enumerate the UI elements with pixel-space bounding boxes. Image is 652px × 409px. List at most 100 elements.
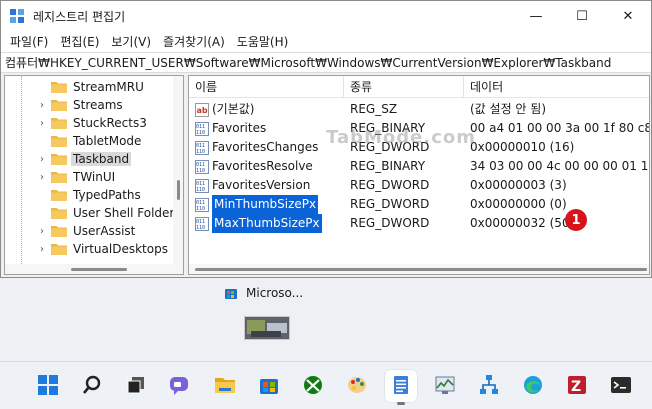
chevron-right-icon[interactable]: ›: [35, 100, 49, 111]
window-title: 레지스트리 편집기: [33, 9, 126, 24]
watermark: TabMode.com: [326, 127, 476, 148]
value-data: (값 설정 안 됨): [470, 102, 547, 116]
menu-edit[interactable]: 편집(E): [54, 33, 105, 50]
folder-icon: [51, 99, 67, 111]
chevron-right-icon[interactable]: ›: [35, 244, 49, 255]
value-type: REG_DWORD: [350, 178, 430, 192]
taskbar-button[interactable]: [32, 370, 64, 402]
taskbar-button[interactable]: [253, 370, 285, 402]
terminal-icon: [610, 374, 632, 399]
chevron-right-icon[interactable]: ›: [35, 172, 49, 183]
chevron-right-icon[interactable]: ›: [35, 118, 49, 129]
paint-icon: [346, 374, 368, 399]
column-type-header[interactable]: 종류: [344, 76, 464, 98]
value-row[interactable]: 011 110 FavoritesVersion REG_DWORD 0x0000000…: [189, 176, 649, 195]
binary-value-icon: 011 110: [195, 216, 209, 231]
tree-item[interactable]: › UserAssist: [35, 222, 137, 240]
value-row[interactable]: ab (기본값) REG_SZ (값 설정 안 됨): [189, 100, 649, 119]
string-value-icon: ab: [195, 102, 209, 117]
tree-horizontal-scrollbar[interactable]: [5, 264, 175, 274]
taskbar-button[interactable]: Z: [561, 370, 593, 402]
taskbar-button[interactable]: [163, 370, 195, 402]
menu-file[interactable]: 파일(F): [4, 33, 54, 50]
address-bar[interactable]: 컴퓨터₩HKEY_CURRENT_USER₩Software₩Microsoft…: [1, 52, 651, 73]
menu-favorites[interactable]: 즐겨찾기(A): [157, 33, 231, 50]
close-button[interactable]: ✕: [605, 1, 651, 31]
value-name: MinThumbSizePx: [212, 195, 319, 214]
svg-text:ab: ab: [197, 106, 208, 115]
start-icon: [37, 374, 59, 399]
tree-item-label: StreamMRU: [73, 80, 144, 94]
binary-value-icon: 011 110: [195, 159, 209, 174]
value-list-pane[interactable]: 이름 종류 데이터 ab (기본값) REG_SZ (값 설정 안 됨) 011 110 F…: [188, 75, 650, 275]
minimize-button[interactable]: —: [513, 1, 559, 31]
taskbar: Z: [0, 361, 652, 409]
tree-item[interactable]: TypedPaths: [35, 186, 143, 204]
taskbar-button[interactable]: [473, 370, 505, 402]
list-hscroll-thumb[interactable]: [195, 268, 647, 271]
tree-hscroll-thumb[interactable]: [71, 268, 127, 271]
file-explorer-icon: [214, 374, 236, 399]
taskbar-button[interactable]: [517, 370, 549, 402]
menu-view[interactable]: 보기(V): [105, 33, 157, 50]
tree-item-label: TWinUI: [73, 170, 116, 184]
taskbar-button[interactable]: [120, 370, 152, 402]
menu-help[interactable]: 도움말(H): [231, 33, 295, 50]
folder-icon: [51, 117, 67, 129]
tree-item[interactable]: User Shell Folders: [35, 204, 183, 222]
value-data: 34 03 00 00 4c 00 00 00 01 14 0: [470, 159, 650, 173]
tree-item[interactable]: TabletMode: [35, 132, 143, 150]
maximize-button[interactable]: ☐: [559, 1, 605, 31]
tree-item[interactable]: › Streams: [35, 96, 125, 114]
tree-item-label: TabletMode: [73, 134, 142, 148]
chevron-right-icon[interactable]: ›: [35, 154, 49, 165]
taskbar-button[interactable]: [429, 370, 461, 402]
folder-icon: [51, 207, 67, 219]
taskbar-button[interactable]: [297, 370, 329, 402]
preview-label: Microso...: [246, 286, 304, 300]
column-data-header[interactable]: 데이터: [464, 76, 649, 98]
notepad-icon: [390, 374, 412, 399]
tree-item[interactable]: › TWinUI: [35, 168, 117, 186]
binary-value-icon: 011 110: [195, 121, 209, 136]
svg-text:110: 110: [196, 149, 205, 155]
folder-icon: [51, 171, 67, 183]
tree-item[interactable]: › StuckRects3: [35, 114, 149, 132]
tree-item[interactable]: › Taskband: [35, 150, 132, 168]
task-view-icon: [125, 374, 147, 399]
taskbar-preview-title[interactable]: Microso...: [224, 286, 303, 300]
value-data: 00 a4 01 00 00 3a 00 1f 80 c8 27: [470, 121, 649, 135]
tree-vscroll-thumb[interactable]: [177, 180, 180, 200]
value-row[interactable]: 011 110 FavoritesResolve REG_BINARY 34 03 00…: [189, 157, 649, 176]
folder-icon: [51, 189, 67, 201]
chevron-right-icon[interactable]: ›: [35, 226, 49, 237]
taskbar-button[interactable]: [76, 370, 108, 402]
title-bar[interactable]: 레지스트리 편집기 — ☐ ✕: [1, 1, 651, 31]
taskbar-button[interactable]: [605, 370, 637, 402]
key-tree-pane[interactable]: StreamMRU › Streams › StuckRects3 TabletMode ›…: [4, 75, 184, 275]
list-horizontal-scrollbar[interactable]: [189, 264, 649, 274]
tree-vertical-scrollbar[interactable]: [173, 76, 183, 274]
value-name: FavoritesVersion: [212, 178, 311, 192]
menu-bar: 파일(F) 편집(E) 보기(V) 즐겨찾기(A) 도움말(H): [1, 31, 651, 52]
value-data: 0x00000000 (0): [470, 197, 567, 211]
folder-icon: [51, 135, 67, 147]
taskbar-button[interactable]: [209, 370, 241, 402]
column-name-header[interactable]: 이름: [189, 76, 344, 98]
search-icon: [81, 374, 103, 399]
tree-item[interactable]: › VirtualDesktops: [35, 240, 170, 258]
taskbar-button[interactable]: [341, 370, 373, 402]
tree-item-label: VirtualDesktops: [73, 242, 168, 256]
store-icon: [225, 289, 237, 299]
svg-text:110: 110: [196, 206, 205, 212]
tree-item[interactable]: StreamMRU: [35, 78, 146, 96]
svg-text:Z: Z: [571, 379, 581, 395]
column-header: 이름 종류 데이터: [189, 76, 649, 98]
value-name-cell: 011 110 FavoritesVersion: [195, 176, 345, 195]
network-icon: [478, 374, 500, 399]
value-data: 0x00000010 (16): [470, 140, 575, 154]
taskbar-button[interactable]: [385, 370, 417, 405]
svg-text:110: 110: [196, 130, 205, 136]
tree-item-label: Taskband: [71, 152, 132, 166]
preview-thumbnail[interactable]: [244, 316, 290, 340]
